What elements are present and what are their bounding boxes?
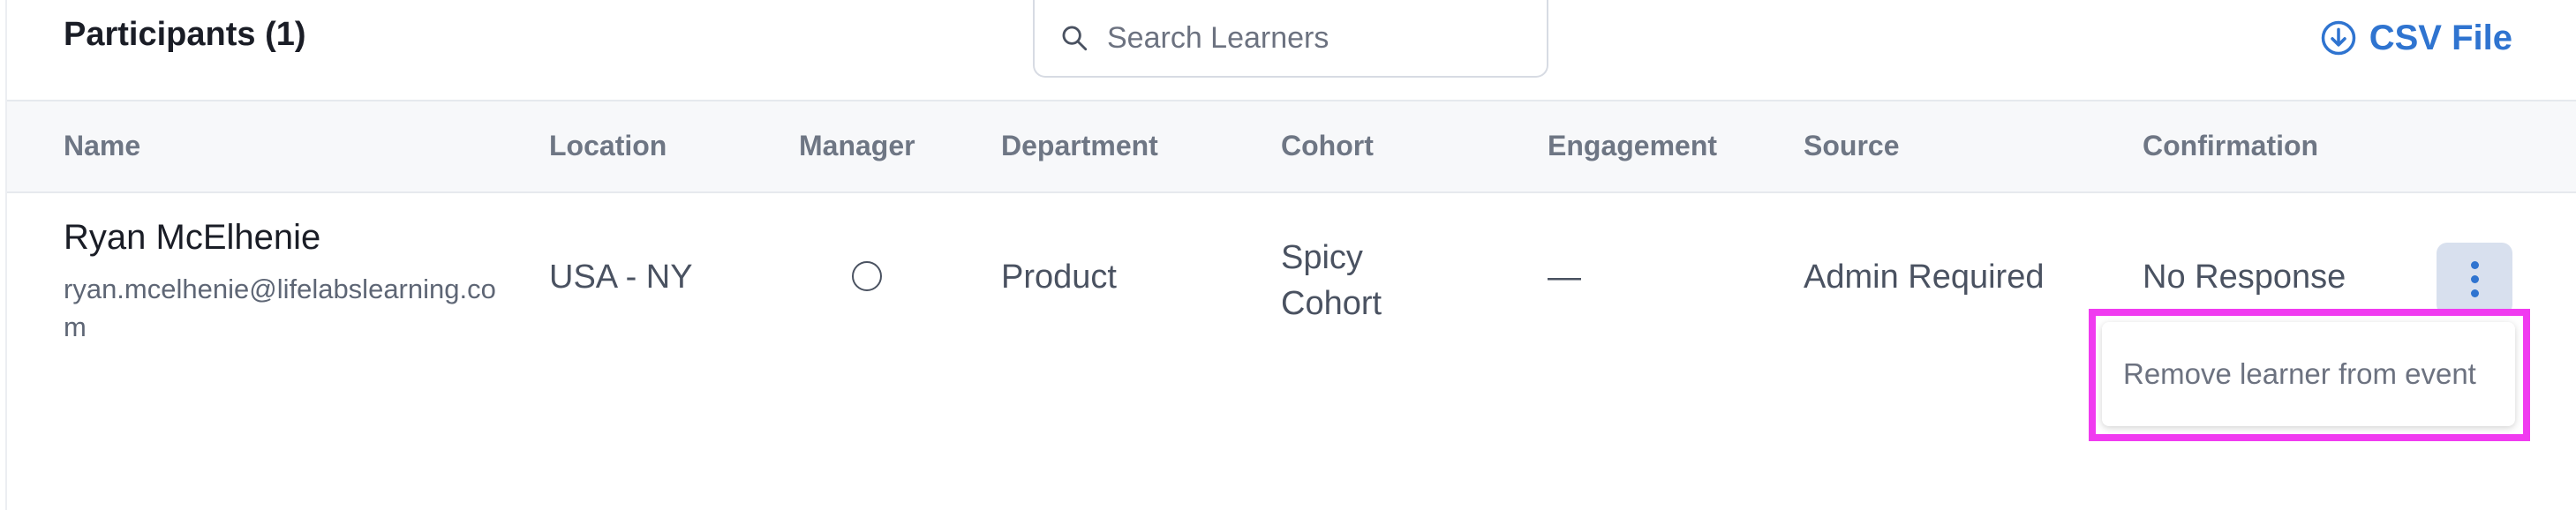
participant-engagement: —	[1548, 259, 1581, 296]
remove-learner-menu-item[interactable]: Remove learner from event	[2123, 357, 2476, 391]
column-header-engagement[interactable]: Engagement	[1548, 130, 1717, 162]
participant-email: ryan.mcelhenie@lifelabslearning.com	[64, 274, 496, 342]
participant-cohort: Spicy Cohort	[1281, 239, 1382, 322]
page-title: Participants (1)	[64, 16, 306, 53]
column-header-name[interactable]: Name	[64, 130, 140, 162]
column-header-confirmation[interactable]: Confirmation	[2143, 130, 2318, 162]
manager-radio-icon[interactable]	[852, 261, 882, 291]
csv-download-button[interactable]: CSV File	[2320, 16, 2512, 60]
csv-download-label: CSV File	[2369, 18, 2512, 57]
participant-department: Product	[1001, 259, 1117, 296]
column-header-manager[interactable]: Manager	[799, 130, 915, 162]
participant-source: Admin Required	[1804, 259, 2045, 296]
table-header: Name Location Manager Department Cohort …	[7, 100, 2576, 193]
row-actions-button[interactable]	[2437, 243, 2512, 315]
kebab-dot	[2470, 274, 2479, 283]
search-box[interactable]	[1033, 0, 1548, 78]
column-header-location[interactable]: Location	[549, 130, 667, 162]
participant-location: USA - NY	[549, 259, 693, 296]
search-icon	[1062, 26, 1088, 51]
row-actions-menu: Remove learner from event	[2102, 322, 2515, 426]
column-header-cohort[interactable]: Cohort	[1281, 130, 1374, 162]
search-input[interactable]	[1107, 16, 1531, 60]
column-header-department[interactable]: Department	[1001, 130, 1158, 162]
kebab-vertical-icon	[2470, 260, 2479, 269]
participant-name: Ryan McElhenie	[64, 218, 321, 257]
participant-confirmation: No Response	[2143, 259, 2346, 296]
participants-panel: Participants (1) CSV File Name Location …	[5, 0, 2576, 510]
kebab-dot	[2470, 289, 2479, 297]
download-circle-icon	[2321, 20, 2355, 56]
column-header-source[interactable]: Source	[1804, 130, 1899, 162]
